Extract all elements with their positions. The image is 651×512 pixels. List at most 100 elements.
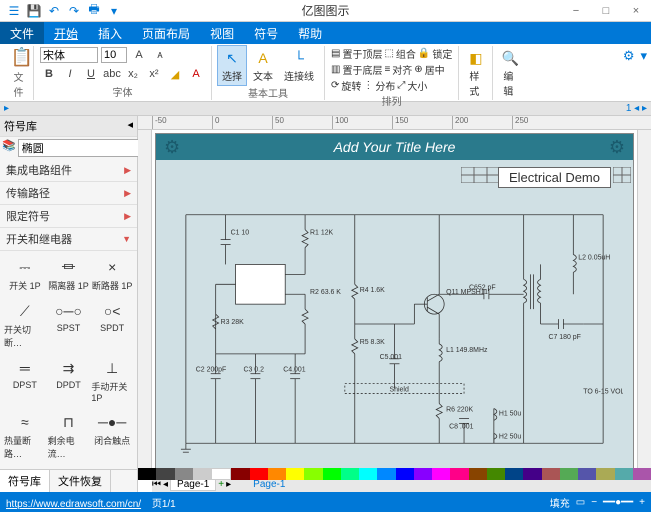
symbol-item[interactable]: ⏛隔离器 1P <box>48 255 90 297</box>
symbol-item[interactable]: ═DPST <box>4 356 46 408</box>
nav-prev[interactable]: 1 <box>626 103 632 114</box>
tab-insert[interactable]: 插入 <box>88 22 132 44</box>
symbol-item[interactable]: ─●─闭合触点 <box>91 410 133 465</box>
library-icon[interactable]: 📚 <box>2 139 16 157</box>
connector-tool[interactable]: └连接线 <box>280 46 318 85</box>
bottom-icon[interactable]: ▥ <box>331 64 340 75</box>
symbol-item[interactable]: ⊥手动开关 1P <box>91 356 133 408</box>
close-button[interactable]: × <box>621 0 651 22</box>
doc-title[interactable]: Electrical Demo <box>498 167 611 188</box>
page-link[interactable]: Page-1 <box>253 479 285 490</box>
tab-symbols[interactable]: 符号 <box>244 22 288 44</box>
italic-button[interactable]: I <box>61 65 79 83</box>
dist-icon[interactable]: ⋮ <box>363 80 373 91</box>
group-label-font: 字体 <box>40 84 205 100</box>
bold-button[interactable]: B <box>40 65 58 83</box>
gear-icon[interactable]: ⚙ <box>623 48 635 64</box>
menu-icon[interactable]: ☰ <box>6 3 22 19</box>
highlight-icon[interactable]: ◢ <box>166 65 184 83</box>
align-icon[interactable]: ≡ <box>384 64 390 75</box>
font-name-select[interactable] <box>40 47 98 63</box>
zoom-in-icon[interactable]: + <box>639 497 645 508</box>
select-tool[interactable]: ↖选择 <box>218 46 246 85</box>
sub-button[interactable]: x₂ <box>124 65 142 83</box>
tab-nav-prev[interactable]: ◂ <box>163 479 168 490</box>
color-icon[interactable]: A <box>187 65 205 83</box>
cat-ic[interactable]: 集成电路组件▶ <box>0 159 137 182</box>
schematic[interactable]: C1 10 R1 12K R2 63.6 K R3 28K C2 200pF C… <box>166 192 623 466</box>
paste-icon[interactable]: 📋 <box>10 46 34 69</box>
lock-icon[interactable]: 🔒 <box>418 48 430 59</box>
cat-switch[interactable]: 开关和继电器▼ <box>0 228 137 251</box>
expand-icon[interactable]: ▼ <box>122 234 131 244</box>
redo-icon[interactable]: ↷ <box>66 3 82 19</box>
symbol-item[interactable]: ≈热量断路… <box>4 410 46 465</box>
strike-button[interactable]: abc <box>103 65 121 83</box>
undo-icon[interactable]: ↶ <box>46 3 62 19</box>
label-c4: C4.001 <box>283 367 306 374</box>
maximize-button[interactable]: □ <box>591 0 621 22</box>
label-r1: R1 12K <box>310 230 334 237</box>
tab-layout[interactable]: 页面布局 <box>132 22 200 44</box>
style-button[interactable]: ◧样式 <box>465 46 486 100</box>
group-icon[interactable]: ⬚ <box>384 48 393 59</box>
tab-help[interactable]: 帮助 <box>288 22 332 44</box>
label-c652: C652 pF <box>469 284 496 291</box>
group-label-arrange: 排列 <box>331 93 452 109</box>
down-icon[interactable]: ▾ <box>106 3 122 19</box>
expand-icon[interactable]: ▶ <box>124 211 131 222</box>
text-tool[interactable]: A文本 <box>249 46 277 85</box>
center-icon[interactable]: ⊕ <box>414 64 422 75</box>
ribbon-corner: ⚙ ▾ <box>623 48 647 64</box>
dropdown-icon[interactable]: ▾ <box>640 48 647 64</box>
rotate-icon[interactable]: ⟳ <box>331 80 339 91</box>
size-icon[interactable]: ⤢ <box>397 80 405 91</box>
minimize-button[interactable]: − <box>561 0 591 22</box>
edit-button[interactable]: 🔍编辑 <box>499 46 521 100</box>
status-url[interactable]: https://www.edrawsoft.com/cn/ <box>6 499 141 510</box>
sidebar-collapse-icon[interactable]: ◂ <box>127 118 133 134</box>
underline-button[interactable]: U <box>82 65 100 83</box>
nav-next[interactable]: ◂ ▸ <box>634 103 647 114</box>
symbol-item[interactable]: ⎓开关 1P <box>4 255 46 297</box>
symbol-item[interactable]: ⊓剩余电流… <box>48 410 90 465</box>
tab-nav-first[interactable]: ⏮ <box>152 479 161 490</box>
zoom-out-icon[interactable]: − <box>591 497 597 508</box>
sidebar-tab-recover[interactable]: 文件恢复 <box>50 470 111 492</box>
page-header: ⚙ Add Your Title Here ⚙ <box>156 134 633 160</box>
nav-item[interactable]: ▸ <box>4 103 9 114</box>
symbol-item[interactable]: ○<SPDT <box>91 299 133 354</box>
canvas[interactable]: ⚙ Add Your Title Here ⚙ Electrical Demo <box>152 130 637 476</box>
tab-start[interactable]: 开始 <box>44 22 88 44</box>
label-l2: L2 0.05uH <box>578 254 610 261</box>
symbol-item[interactable]: ○─○SPST <box>48 299 90 354</box>
expand-icon[interactable]: ▶ <box>124 165 131 176</box>
symbol-item[interactable]: ×断路器 1P <box>91 255 133 297</box>
save-icon[interactable]: 💾 <box>26 3 42 19</box>
cat-limit[interactable]: 限定符号▶ <box>0 205 137 228</box>
label-r6: R6 220K <box>446 406 473 413</box>
symbol-item[interactable]: ⇉DPDT <box>48 356 90 408</box>
title-placeholder[interactable]: Add Your Title Here <box>334 139 456 155</box>
menu-bar: 文件 开始 插入 页面布局 视图 符号 帮助 <box>0 22 651 44</box>
zoom-fit-icon[interactable]: ▭ <box>576 497 585 508</box>
top-icon[interactable]: ▤ <box>331 48 340 59</box>
font-grow-icon[interactable]: A <box>130 46 148 64</box>
print-icon[interactable]: 🖶 <box>86 3 102 19</box>
font-size-select[interactable] <box>101 47 127 63</box>
scrollbar-vertical[interactable] <box>637 130 651 476</box>
sidebar-header: 符号库 ◂ <box>0 116 137 137</box>
tab-view[interactable]: 视图 <box>200 22 244 44</box>
cat-path[interactable]: 传输路径▶ <box>0 182 137 205</box>
tab-file[interactable]: 文件 <box>0 22 44 44</box>
symbols-grid: ⎓开关 1P ⏛隔离器 1P ×断路器 1P ⟋开关切断… ○─○SPST ○<… <box>0 251 137 469</box>
expand-icon[interactable]: ▶ <box>124 188 131 199</box>
tab-nav-next[interactable]: ▸ <box>226 479 231 490</box>
sidebar-tab-lib[interactable]: 符号库 <box>0 470 50 492</box>
font-shrink-icon[interactable]: ᴀ <box>151 46 169 64</box>
zoom-slider[interactable]: ━━●━━ <box>603 497 633 508</box>
color-palette[interactable] <box>138 468 651 480</box>
tab-add[interactable]: + <box>218 479 224 490</box>
sup-button[interactable]: x² <box>145 65 163 83</box>
symbol-item[interactable]: ⟋开关切断… <box>4 299 46 354</box>
